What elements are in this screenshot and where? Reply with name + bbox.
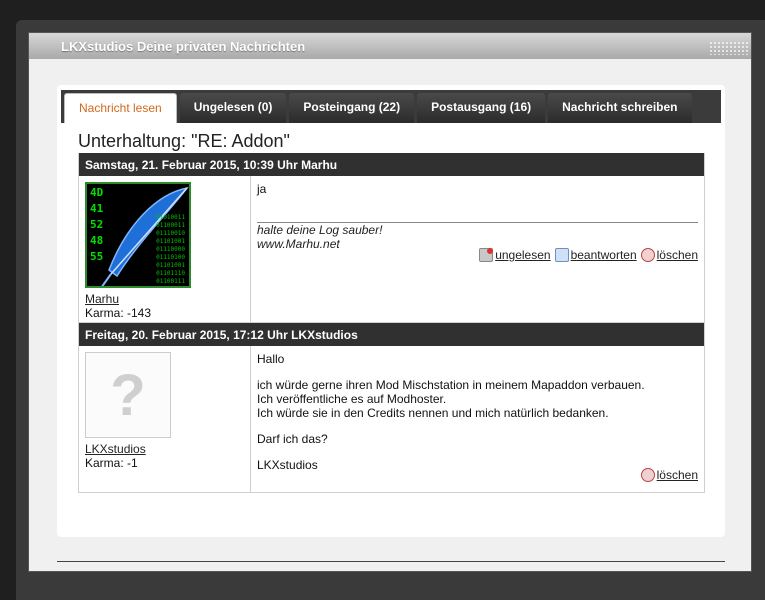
messages-window: LKXstudios Deine privaten Nachrichten Na…: [28, 32, 752, 572]
tab-bar: Nachricht lesen Ungelesen (0) Posteingan…: [61, 90, 721, 123]
binary-line: 01110100: [156, 254, 185, 261]
reply-button[interactable]: beantworten: [554, 248, 637, 262]
default-avatar[interactable]: ?: [85, 352, 171, 438]
feather-avatar[interactable]: 4D 41 52 48 55 01010011 01100011 0111001…: [85, 182, 191, 288]
window-titlebar: LKXstudios Deine privaten Nachrichten: [29, 33, 751, 59]
avatar-binary: 01010011 01100011 01110010 01101001 0111…: [156, 214, 185, 286]
titlebar-decoration: [709, 41, 749, 55]
tab-write-message[interactable]: Nachricht schreiben: [548, 93, 692, 123]
message-item: Samstag, 21. Februar 2015, 10:39 Uhr Mar…: [78, 153, 705, 323]
message-author: 4D 41 52 48 55 01010011 01100011 0111001…: [79, 176, 251, 323]
delete-button[interactable]: löschen: [640, 468, 698, 482]
tab-outbox[interactable]: Postausgang (16): [417, 93, 546, 123]
tab-read-message[interactable]: Nachricht lesen: [64, 93, 177, 123]
message-line: ich würde gerne ihren Mod Mischstation i…: [257, 378, 645, 392]
author-karma: Karma: -1: [85, 456, 138, 470]
message-content: Hallo ich würde gerne ihren Mod Mischsta…: [251, 346, 704, 493]
message-header: Freitag, 20. Februar 2015, 17:12 Uhr LKX…: [79, 323, 704, 346]
binary-line: 01100111: [156, 278, 185, 285]
binary-line: 01101001: [156, 262, 185, 269]
message-line: LKXstudios: [257, 458, 318, 472]
delete-label: löschen: [656, 248, 698, 262]
binary-line: 01010011: [156, 214, 185, 221]
content-area: Nachricht lesen Ungelesen (0) Posteingan…: [29, 59, 751, 571]
delete-button[interactable]: löschen: [640, 248, 698, 262]
window-title: LKXstudios Deine privaten Nachrichten: [61, 39, 306, 54]
message-line: Ich veröffentliche es auf Modhoster.: [257, 392, 447, 406]
message-line: Ich würde sie in den Credits nennen und …: [257, 406, 609, 420]
message-line: Hallo: [257, 352, 285, 366]
binary-line: 01101001: [156, 238, 185, 245]
unread-icon: [479, 248, 494, 262]
signature-text: halte deine Log sauber!: [257, 223, 383, 237]
message-content: ja halte deine Log sauber! www.Marhu.net…: [251, 176, 704, 323]
message-actions: löschen: [640, 468, 698, 482]
message-text: ja: [257, 182, 267, 196]
reply-label: beantworten: [570, 248, 637, 262]
tab-unread[interactable]: Ungelesen (0): [179, 93, 287, 123]
message-panel: Nachricht lesen Ungelesen (0) Posteingan…: [57, 85, 725, 537]
binary-line: 01101110: [156, 270, 185, 277]
delete-label: löschen: [656, 468, 698, 482]
author-link[interactable]: Marhu: [85, 292, 250, 306]
delete-icon: [640, 248, 655, 262]
reply-icon: [554, 248, 569, 262]
mark-unread-label: ungelesen: [495, 248, 551, 262]
binary-line: 01110000: [156, 246, 185, 253]
signature-link[interactable]: www.Marhu.net: [257, 237, 340, 251]
author-karma: Karma: -143: [85, 306, 152, 320]
conversation-title: Unterhaltung: "RE: Addon": [78, 131, 290, 151]
signature: halte deine Log sauber! www.Marhu.net: [257, 223, 698, 251]
message-item: Freitag, 20. Februar 2015, 17:12 Uhr LKX…: [78, 323, 705, 493]
message-actions: ungelesen beantworten löschen: [479, 248, 698, 262]
message-line: Darf ich das?: [257, 432, 328, 446]
footer-divider: [57, 561, 725, 562]
delete-icon: [640, 468, 655, 482]
binary-line: 01100011: [156, 222, 185, 229]
mark-unread-button[interactable]: ungelesen: [479, 248, 551, 262]
message-author: ? LKXstudios Karma: -1: [79, 346, 251, 493]
message-text: Hallo ich würde gerne ihren Mod Mischsta…: [257, 352, 698, 472]
tab-inbox[interactable]: Posteingang (22): [289, 93, 415, 123]
question-mark-icon: ?: [110, 362, 146, 428]
message-header: Samstag, 21. Februar 2015, 10:39 Uhr Mar…: [79, 153, 704, 176]
author-link[interactable]: LKXstudios: [85, 442, 250, 456]
binary-line: 01110010: [156, 230, 185, 237]
